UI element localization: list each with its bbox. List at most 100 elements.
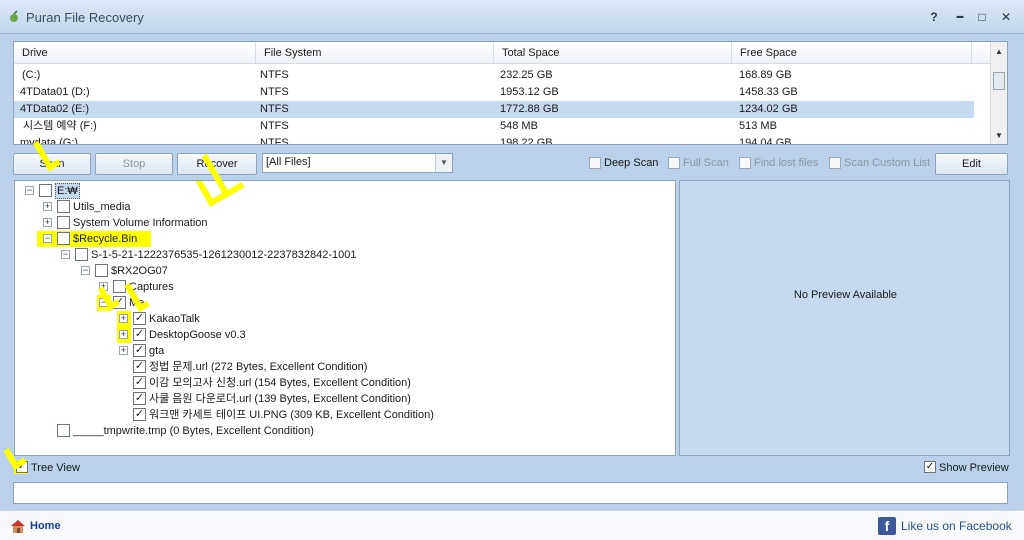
edit-button[interactable]: Edit: [935, 153, 1008, 175]
find-lost-files-checkbox[interactable]: Find lost files: [739, 156, 818, 171]
app-icon: [10, 10, 18, 22]
deep-scan-checkbox[interactable]: Deep Scan: [589, 156, 658, 171]
home-label: Home: [30, 520, 61, 532]
checkbox-box[interactable]: [739, 157, 751, 169]
checkbox-box[interactable]: ✓: [924, 461, 936, 473]
drive-list[interactable]: Drive File System Total Space Free Space…: [13, 41, 1008, 145]
tree-node-label: System Volume Information: [73, 217, 208, 229]
drive-free: 513 MB: [739, 120, 777, 132]
tree-view-label: Tree View: [31, 462, 80, 474]
tree-checkbox[interactable]: ✓: [133, 408, 146, 421]
tree-file-label: _____tmpwrite.tmp (0 Bytes, Excellent Co…: [73, 425, 314, 437]
drive-fs: NTFS: [260, 103, 289, 115]
column-drive[interactable]: Drive: [14, 42, 256, 64]
find-lost-files-label: Find lost files: [754, 157, 819, 169]
drive-list-header: Drive File System Total Space Free Space: [14, 42, 991, 64]
scroll-up-icon[interactable]: ▲: [991, 44, 1007, 60]
full-scan-label: Full Scan: [683, 157, 729, 169]
drive-fs: NTFS: [260, 69, 289, 81]
tree-file-label: 워크맨 카세트 테이프 UI.PNG (309 KB, Excellent Co…: [149, 409, 434, 421]
scan-custom-list-checkbox[interactable]: Scan Custom List: [829, 156, 930, 171]
tree-node-label: $Recycle.Bin: [73, 233, 138, 245]
home-icon: [11, 520, 25, 533]
facebook-icon: f: [878, 517, 896, 535]
home-link[interactable]: Home: [10, 518, 61, 534]
scroll-thumb[interactable]: [993, 72, 1005, 90]
drive-row[interactable]: mydata (G:) NTFS 198.22 GB 194.04 GB: [14, 135, 974, 145]
window-title: Puran File Recovery: [26, 10, 144, 25]
collapse-icon[interactable]: −: [25, 186, 34, 195]
drive-fs: NTFS: [260, 137, 289, 145]
scan-custom-list-label: Scan Custom List: [844, 157, 931, 169]
file-tree[interactable]: − E:₩ + Utils_media + System Volume Info…: [14, 180, 676, 456]
expand-icon[interactable]: +: [119, 314, 128, 323]
drive-free: 1458.33 GB: [739, 86, 798, 98]
checkbox-box[interactable]: [668, 157, 680, 169]
drive-total: 1953.12 GB: [500, 86, 559, 98]
full-scan-checkbox[interactable]: Full Scan: [668, 156, 729, 171]
tree-checkbox[interactable]: [57, 200, 70, 213]
tree-checkbox[interactable]: ✓: [133, 328, 146, 341]
tree-checkbox[interactable]: [57, 232, 70, 245]
drive-fs: NTFS: [260, 120, 289, 132]
help-button[interactable]: ?: [924, 8, 944, 26]
drive-total: 232.25 GB: [500, 69, 553, 81]
collapse-icon[interactable]: −: [43, 234, 52, 243]
expand-icon[interactable]: +: [119, 330, 128, 339]
drive-total: 1772.88 GB: [500, 103, 559, 115]
checkbox-box[interactable]: [829, 157, 841, 169]
tree-checkbox[interactable]: [57, 216, 70, 229]
expand-icon[interactable]: +: [43, 218, 52, 227]
drive-row[interactable]: 4TData01 (D:) NTFS 1953.12 GB 1458.33 GB: [14, 84, 974, 101]
tree-checkbox[interactable]: ✓: [133, 312, 146, 325]
close-button[interactable]: ✕: [996, 8, 1016, 26]
facebook-link[interactable]: f Like us on Facebook: [878, 516, 1012, 536]
tree-node-label: E:₩: [55, 183, 80, 199]
checkbox-box[interactable]: [589, 157, 601, 169]
status-field[interactable]: [13, 482, 1008, 504]
drive-fs: NTFS: [260, 86, 289, 98]
tree-node-label: KakaoTalk: [149, 313, 200, 325]
bottom-bar: Home f Like us on Facebook: [0, 510, 1024, 540]
tree-checkbox[interactable]: ✓: [133, 360, 146, 373]
drive-name: 4TData01 (D:): [20, 86, 90, 98]
stop-button[interactable]: Stop: [95, 153, 173, 175]
minimize-button[interactable]: ▬: [950, 8, 970, 26]
drive-free: 1234.02 GB: [739, 103, 798, 115]
file-filter-select[interactable]: [All Files] ▼: [262, 153, 453, 173]
scroll-down-icon[interactable]: ▼: [991, 128, 1007, 144]
tree-checkbox[interactable]: [39, 184, 52, 197]
drive-row[interactable]: (C:) NTFS 232.25 GB 168.89 GB: [14, 67, 974, 84]
column-free-space[interactable]: Free Space: [732, 42, 972, 64]
tree-node-label: S-1-5-21-1222376535-1261230012-223783284…: [91, 249, 357, 261]
collapse-icon[interactable]: −: [81, 266, 90, 275]
deep-scan-label: Deep Scan: [604, 157, 659, 169]
tree-checkbox[interactable]: ✓: [133, 392, 146, 405]
maximize-button[interactable]: □: [972, 8, 992, 26]
column-file-system[interactable]: File System: [256, 42, 494, 64]
tree-checkbox[interactable]: [95, 264, 108, 277]
facebook-label: Like us on Facebook: [901, 519, 1012, 533]
file-filter-value: [All Files]: [266, 156, 311, 168]
show-preview-checkbox[interactable]: ✓ Show Preview: [924, 461, 1009, 475]
expand-icon[interactable]: +: [43, 202, 52, 211]
tree-node-label: DesktopGoose v0.3: [149, 329, 246, 341]
tree-file-label: 정법 문제.url (272 Bytes, Excellent Conditio…: [149, 361, 368, 373]
title-bar: Puran File Recovery ? ▬ □ ✕: [0, 0, 1024, 34]
chevron-down-icon[interactable]: ▼: [435, 154, 452, 172]
drive-row-selected[interactable]: 4TData02 (E:) NTFS 1772.88 GB 1234.02 GB: [14, 101, 974, 118]
tree-node-label: gta: [149, 345, 165, 357]
drive-row[interactable]: 시스템 예약 (F:) NTFS 548 MB 513 MB: [14, 118, 974, 135]
show-preview-label: Show Preview: [939, 462, 1009, 474]
tree-checkbox[interactable]: ✓: [133, 344, 146, 357]
expand-icon[interactable]: +: [119, 346, 128, 355]
drive-total: 548 MB: [500, 120, 538, 132]
tree-checkbox[interactable]: [75, 248, 88, 261]
tree-checkbox[interactable]: [57, 424, 70, 437]
drive-free: 168.89 GB: [739, 69, 792, 81]
drive-list-scrollbar[interactable]: ▲ ▼: [990, 42, 1007, 144]
column-total-space[interactable]: Total Space: [494, 42, 732, 64]
collapse-icon[interactable]: −: [61, 250, 70, 259]
no-preview-message: No Preview Available: [793, 289, 898, 301]
tree-checkbox[interactable]: ✓: [133, 376, 146, 389]
